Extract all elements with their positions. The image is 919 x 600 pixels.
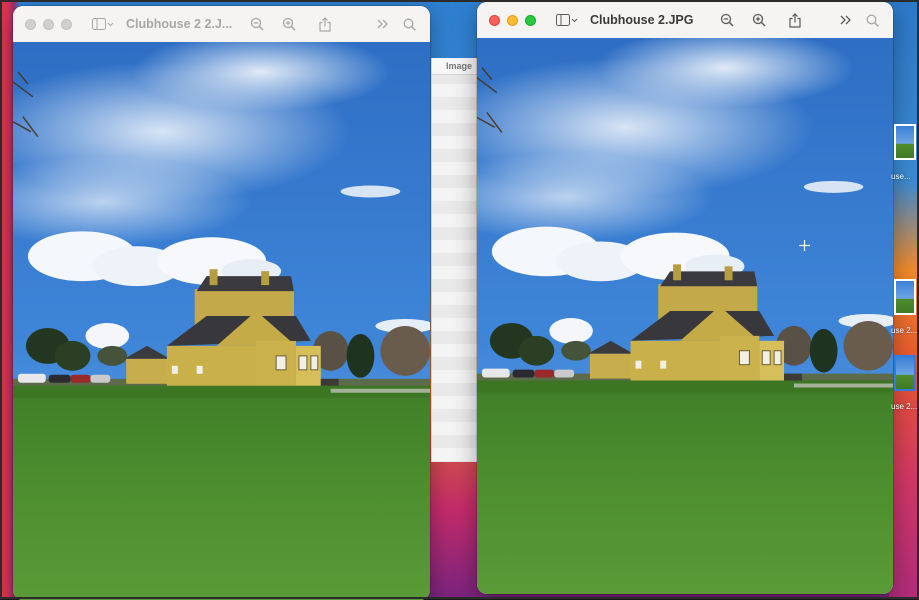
zoom-in-button[interactable] [746, 9, 772, 31]
image-canvas[interactable] [13, 42, 430, 600]
preview-window-right[interactable]: Clubhouse 2.JPG [477, 2, 893, 594]
clubhouse-photo [477, 38, 893, 594]
zoom-out-icon [251, 17, 264, 31]
image-canvas[interactable] [477, 38, 893, 594]
preview-window-left[interactable]: Clubhouse 2 2.J... [13, 6, 430, 600]
window-titlebar[interactable]: Clubhouse 2.JPG [477, 2, 893, 39]
column-header: Image [432, 58, 477, 75]
search-button[interactable] [396, 13, 422, 35]
zoom-button[interactable] [61, 18, 72, 30]
traffic-lights [25, 18, 72, 30]
window-title: Clubhouse 2.JPG [590, 13, 694, 27]
close-button[interactable] [25, 18, 36, 30]
desktop-file-thumbnail[interactable] [894, 124, 916, 160]
window-title: Clubhouse 2 2.J... [126, 17, 233, 31]
desktop-file-thumbnail-selected[interactable] [894, 355, 916, 391]
share-button[interactable] [782, 9, 808, 31]
desktop-file-label[interactable]: use... [891, 172, 917, 181]
minimize-button[interactable] [43, 18, 54, 30]
desktop-file-label[interactable]: use 2... [891, 326, 917, 335]
desktop-file-thumbnail[interactable] [894, 279, 916, 315]
zoom-in-button[interactable] [276, 13, 302, 35]
sidebar-toggle-button[interactable] [552, 9, 582, 31]
search-button[interactable] [859, 9, 885, 31]
sidebar-icon [92, 18, 114, 30]
sidebar-toggle-button[interactable] [88, 13, 118, 35]
share-icon [319, 16, 331, 32]
zoom-in-icon [283, 17, 296, 31]
zoom-out-icon [720, 13, 734, 27]
more-toolbar-button[interactable] [370, 13, 396, 35]
zoom-out-button[interactable] [714, 9, 740, 31]
traffic-lights [489, 14, 536, 26]
window-titlebar[interactable]: Clubhouse 2 2.J... [13, 6, 430, 43]
zoom-out-button[interactable] [244, 13, 270, 35]
crosshair-cursor-icon [799, 240, 810, 251]
share-icon [788, 12, 801, 28]
search-icon [403, 18, 416, 31]
desktop-file-label[interactable]: use 2... [891, 402, 917, 411]
zoom-in-icon [752, 13, 766, 27]
more-icon [377, 19, 388, 29]
more-icon [840, 15, 851, 25]
minimize-button[interactable] [507, 14, 518, 26]
clubhouse-photo [13, 42, 430, 600]
sidebar-icon [556, 14, 578, 26]
background-window[interactable]: Image [431, 58, 477, 462]
more-toolbar-button[interactable] [833, 9, 859, 31]
share-button[interactable] [312, 13, 338, 35]
close-button[interactable] [489, 14, 500, 26]
zoom-button[interactable] [525, 14, 536, 26]
search-icon [866, 14, 879, 27]
